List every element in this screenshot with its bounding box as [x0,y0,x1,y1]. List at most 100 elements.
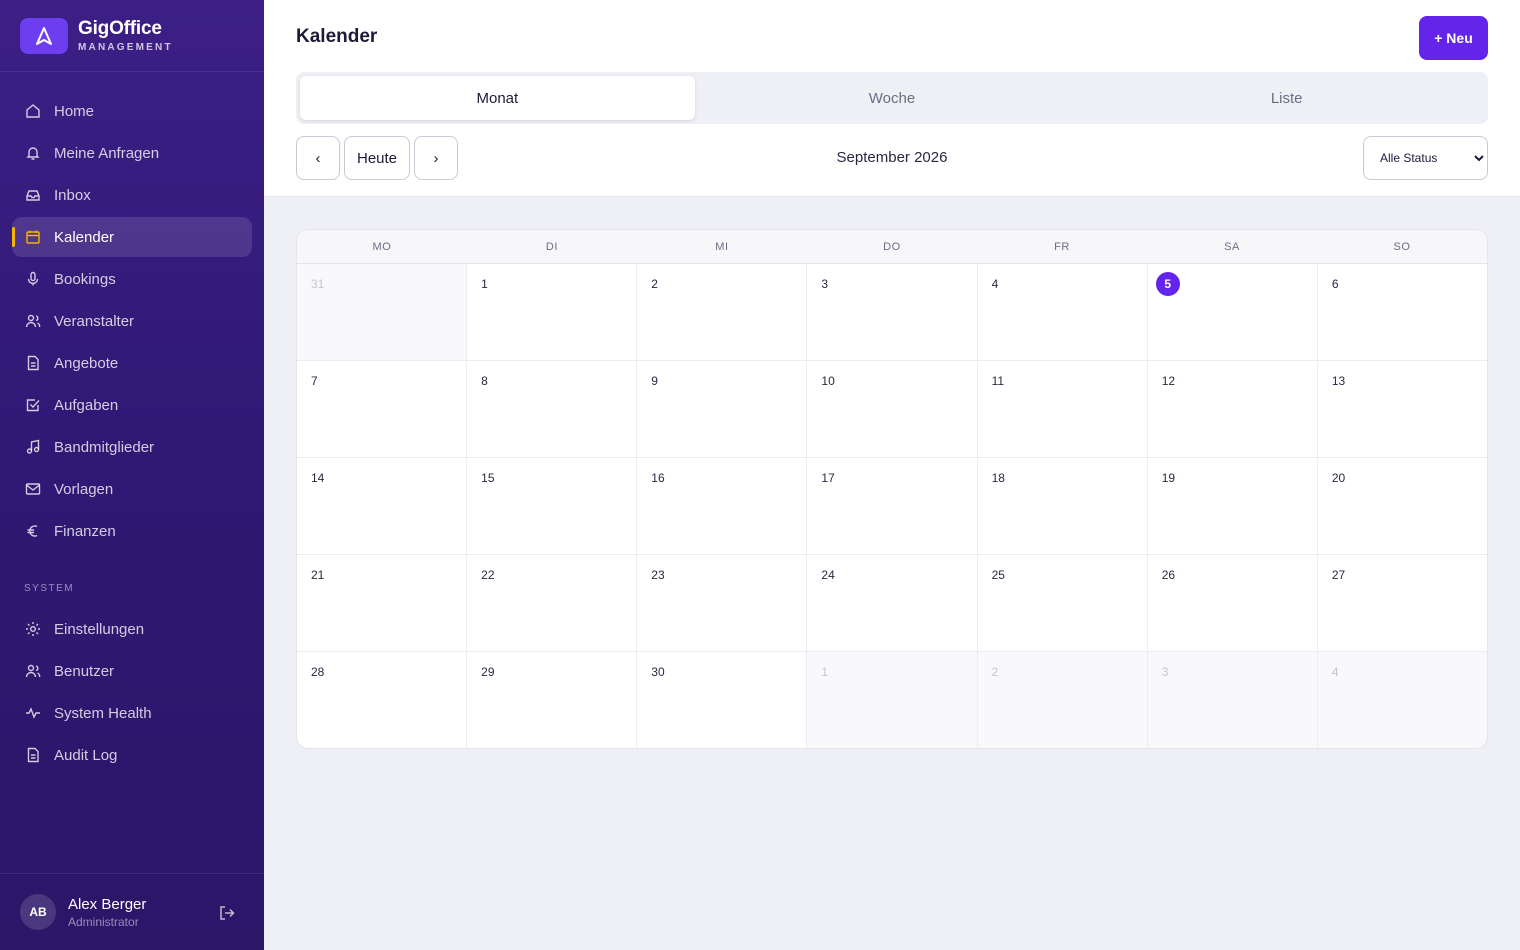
sidebar-item-label: Veranstalter [54,312,135,330]
calendar-day-cell[interactable]: 1 [807,652,978,748]
calendar-day-cell[interactable]: 21 [297,555,468,651]
day-number: 3 [821,277,829,291]
calendar-day-cell[interactable]: 24 [807,555,978,651]
sidebar-item-finanzen[interactable]: Finanzen [12,511,252,551]
document-icon [24,354,42,372]
sidebar-item-audit-log[interactable]: Audit Log [12,735,252,775]
sidebar: GigOffice MANAGEMENT Home Meine Anfragen… [0,0,264,950]
gear-icon [24,620,42,638]
new-button[interactable]: + Neu [1419,16,1488,60]
calendar-day-cell[interactable]: 16 [637,458,808,554]
checkbox-icon [24,396,42,414]
euro-icon [24,522,42,540]
sidebar-item-home[interactable]: Home [12,91,252,131]
calendar-day-cell[interactable]: 10 [807,361,978,457]
day-number: 4 [1331,665,1339,679]
sidebar-item-label: Finanzen [54,522,116,540]
day-number: 2 [651,277,658,291]
calendar-day-cell[interactable]: 3 [1147,652,1318,748]
calendar-day-cell[interactable]: 17 [807,458,978,554]
brand[interactable]: GigOffice MANAGEMENT [0,0,264,72]
sidebar-item-bookings[interactable]: Bookings [12,259,252,299]
sidebar-item-benutzer[interactable]: Benutzer [12,651,252,691]
calendar-day-cell[interactable]: 2 [637,264,808,360]
tab-woche[interactable]: Woche [695,76,1090,120]
prev-month-button[interactable]: ‹ [296,136,340,180]
user-role: Administrator [68,914,139,929]
weekday-label: SA [1224,240,1240,253]
calendar-day-cell[interactable]: 11 [978,361,1148,457]
day-number: 26 [1161,568,1176,582]
calendar-day-cell[interactable]: 30 [637,652,808,748]
calendar-day-cell[interactable]: 1 [467,264,638,360]
calendar-day-cell[interactable]: 26 [1148,555,1318,651]
day-number: 2 [991,665,999,679]
calendar-day-cell[interactable]: 22 [467,555,638,651]
sidebar-item-aufgaben[interactable]: Aufgaben [12,385,252,425]
day-number: 22 [481,568,495,582]
day-number: 5 [1155,272,1180,296]
calendar-day-cell[interactable]: 2 [977,652,1148,748]
status-filter-select[interactable]: Alle Status [1363,136,1488,180]
calendar-day-cell[interactable]: 6 [1318,264,1487,360]
weekday-label: MO [372,240,392,253]
calendar-day-cell[interactable]: 25 [978,555,1148,651]
calendar-day-cell[interactable]: 9 [637,361,808,457]
logout-icon[interactable] [218,904,236,922]
day-number: 19 [1161,471,1176,485]
home-icon [24,102,42,120]
day-number: 21 [311,568,325,582]
page-header: Kalender + Neu Monat Woche Liste Septemb… [264,0,1520,197]
calendar-day-cell[interactable]: 19 [1148,458,1318,554]
calendar-day-cell[interactable]: 27 [1318,555,1487,651]
sidebar-item-system-health[interactable]: System Health [12,693,252,733]
calendar-day-cell[interactable]: 8 [467,361,638,457]
calendar-day-cell[interactable]: 15 [467,458,638,554]
day-number: 7 [311,374,318,388]
users-icon [24,662,42,680]
calendar-day-cell[interactable]: 31 [297,264,468,360]
weekday-label: DI [545,240,559,253]
page-title: Kalender [296,26,378,47]
calendar-day-cell[interactable]: 7 [297,361,468,457]
day-number: 28 [311,665,325,679]
calendar-day-cell[interactable]: 23 [637,555,808,651]
calendar-week-row: 7 8 9 10 11 12 13 [297,361,1487,458]
sidebar-item-label: Benutzer [54,662,115,680]
sidebar-item-angebote[interactable]: Angebote [12,343,252,383]
calendar-day-cell[interactable]: 3 [807,264,978,360]
sidebar-item-kalender[interactable]: Kalender [12,217,252,257]
sidebar-item-vorlagen[interactable]: Vorlagen [12,469,252,509]
sidebar-item-inbox[interactable]: Inbox [12,175,252,215]
sidebar-item-veranstalter[interactable]: Veranstalter [12,301,252,341]
bell-icon [24,144,42,162]
calendar-day-cell[interactable]: 28 [297,652,468,748]
day-number: 8 [481,374,488,388]
calendar-week-row: 21 22 23 24 25 26 27 [297,555,1487,652]
calendar-day-cell[interactable]: 29 [467,652,638,748]
calendar-day-cell[interactable]: 13 [1318,361,1487,457]
calendar-day-today[interactable]: 5 [1148,264,1318,360]
mail-icon [24,480,42,498]
calendar-day-cell[interactable]: 20 [1318,458,1487,554]
day-number: 15 [481,471,495,485]
sidebar-item-bandmitglieder[interactable]: Bandmitglieder [12,427,252,467]
calendar-day-cell[interactable]: 12 [1148,361,1318,457]
sidebar-item-einstellungen[interactable]: Einstellungen [12,609,252,649]
calendar-day-cell[interactable]: 4 [1317,652,1487,748]
calendar-day-cell[interactable]: 14 [297,458,468,554]
next-month-button[interactable]: › [414,136,458,180]
tab-monat[interactable]: Monat [300,76,695,120]
calendar-day-cell[interactable]: 18 [978,458,1148,554]
avatar[interactable]: AB [20,894,56,930]
weekday-header: MO DI MI DO FR SA SO [297,230,1487,264]
tab-liste[interactable]: Liste [1089,76,1484,120]
sidebar-item-label: Vorlagen [54,480,114,498]
day-number: 23 [651,568,665,582]
sidebar-item-label: Audit Log [54,746,118,764]
today-button[interactable]: Heute [344,136,410,180]
sidebar-item-label: Einstellungen [54,620,145,638]
sidebar-item-meine-anfragen[interactable]: Meine Anfragen [12,133,252,173]
day-number: 24 [821,568,835,582]
calendar-day-cell[interactable]: 4 [978,264,1148,360]
